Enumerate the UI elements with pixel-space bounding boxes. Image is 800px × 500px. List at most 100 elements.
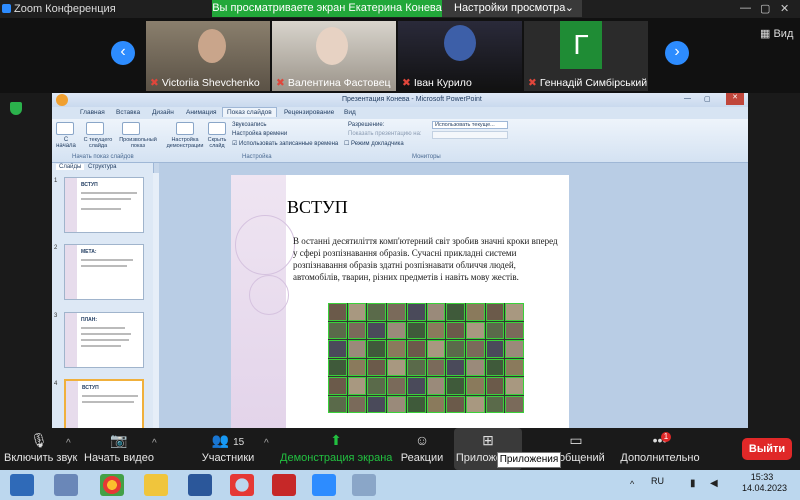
- language-indicator[interactable]: RU: [651, 476, 664, 486]
- folder-icon[interactable]: [144, 474, 168, 496]
- photo-cell: [426, 377, 446, 395]
- chevron-up-icon[interactable]: ^: [264, 438, 269, 449]
- from-current-icon[interactable]: [86, 122, 104, 135]
- acrobat-icon[interactable]: [272, 474, 296, 496]
- tab-slides[interactable]: Слайды: [56, 164, 85, 170]
- rehearse-button[interactable]: Настройка времени: [232, 131, 287, 137]
- show-on-label: Показать презентацию на:: [348, 131, 422, 137]
- tab-home[interactable]: Главная: [80, 109, 105, 116]
- record-button[interactable]: Звукозапись: [232, 122, 266, 128]
- photo-cell: [485, 395, 505, 413]
- app-icon[interactable]: [352, 474, 376, 496]
- use-timings-checkbox[interactable]: ☑ Использовать записанные времена: [232, 140, 338, 147]
- photo-cell: [485, 321, 505, 339]
- photo-cell: [465, 303, 485, 321]
- photo-cell: [485, 303, 505, 321]
- view-options-button[interactable]: Настройки просмотра ⌄: [442, 0, 582, 17]
- thumb-number: 3: [54, 313, 58, 319]
- photo-cell: [367, 340, 387, 358]
- hide-slide-icon[interactable]: [208, 122, 226, 135]
- presenter-view-checkbox[interactable]: ☐ Режим докладчика: [344, 140, 404, 147]
- custom-show-button[interactable]: Произвольный показ: [116, 137, 160, 149]
- use-timings-label: Использовать записанные времена: [239, 141, 339, 147]
- maximize-icon[interactable]: ▢: [760, 2, 770, 15]
- photo-cell: [387, 377, 406, 395]
- taskbar-clock[interactable]: 15:33 14.04.2023: [742, 472, 787, 494]
- slide-thumbnail[interactable]: ВСТУП: [64, 177, 144, 233]
- photo-cell: [406, 358, 426, 376]
- photo-cell: [426, 395, 446, 413]
- app-icon[interactable]: [54, 474, 78, 496]
- from-start-button[interactable]: С начала: [54, 137, 78, 149]
- start-video-button[interactable]: 📷 Начать видео: [84, 428, 154, 470]
- chevron-up-icon[interactable]: ^: [66, 438, 71, 449]
- slide-thumbnail-selected[interactable]: ВСТУП: [64, 379, 144, 428]
- resolution-select[interactable]: Использовать текуще...: [432, 121, 508, 129]
- leave-meeting-button[interactable]: Выйти: [742, 438, 792, 460]
- ppt-minimize-icon[interactable]: —: [684, 95, 691, 102]
- participant-tile[interactable]: ✖ Іван Курило: [398, 21, 522, 91]
- photo-cell: [367, 377, 387, 395]
- slide-thumbnail[interactable]: ПЛАН:: [64, 312, 144, 368]
- gallery-next-button[interactable]: ›: [665, 41, 689, 65]
- show-on-select[interactable]: [432, 131, 508, 139]
- tab-insert[interactable]: Вставка: [116, 109, 140, 116]
- close-icon[interactable]: ✕: [780, 2, 789, 15]
- gallery-prev-button[interactable]: ‹: [111, 41, 135, 65]
- from-start-icon[interactable]: [56, 122, 74, 135]
- photo-cell: [465, 358, 485, 376]
- slide-body-text: В останні десятиліття комп'ютерний світ …: [293, 236, 558, 282]
- photo-cell: [367, 395, 387, 413]
- participant-tile[interactable]: ✖ Валентина Фастовец: [272, 21, 396, 91]
- custom-show-icon[interactable]: [122, 122, 140, 135]
- setup-show-icon[interactable]: [176, 122, 194, 135]
- opera-icon[interactable]: [230, 474, 254, 496]
- photo-cell: [347, 340, 367, 358]
- ppt-close-icon[interactable]: ✕: [726, 93, 744, 105]
- share-screen-button[interactable]: ⬆ Демонстрация экрана: [280, 428, 392, 470]
- participants-button[interactable]: 👥 15 Участники: [200, 428, 256, 470]
- participants-icon: 👥: [211, 432, 230, 448]
- participant-tile[interactable]: Г ✖ Геннадій Симбірський: [524, 21, 648, 91]
- chrome-icon[interactable]: [100, 474, 124, 496]
- office-button-icon[interactable]: [56, 94, 68, 106]
- unmute-button[interactable]: 🎙 Включить звук: [4, 428, 77, 470]
- security-shield-icon[interactable]: [10, 102, 22, 115]
- word-icon[interactable]: [188, 474, 212, 496]
- setup-show-button[interactable]: Настройка демонстрации: [162, 137, 208, 149]
- chevron-down-icon: ⌄: [564, 2, 574, 14]
- participant-tile[interactable]: ✖ Victoriia Shevchenko: [146, 21, 270, 91]
- chevron-up-icon[interactable]: ^: [152, 438, 157, 449]
- photo-cell: [505, 395, 524, 413]
- windows-taskbar: ^ ▮ ◀: [0, 470, 800, 500]
- from-current-button[interactable]: С текущего слайда: [80, 137, 116, 149]
- tab-view[interactable]: Вид: [344, 109, 356, 116]
- photo-cell: [446, 321, 465, 339]
- start-button-icon[interactable]: [10, 474, 34, 496]
- network-icon[interactable]: ▮: [690, 478, 696, 489]
- apps-tooltip: Приложения: [497, 452, 561, 468]
- tab-animation[interactable]: Анимация: [186, 109, 217, 116]
- tab-design[interactable]: Дизайн: [152, 109, 174, 116]
- photo-cell: [347, 395, 367, 413]
- more-button[interactable]: ••• Дополнительно: [620, 428, 700, 470]
- gallery-view-button[interactable]: ▦ Вид: [760, 27, 793, 40]
- mic-muted-icon: 🎙: [30, 432, 48, 448]
- reactions-button[interactable]: ☺ Реакции: [398, 428, 446, 470]
- slide-title: ВСТУП: [287, 197, 348, 217]
- ppt-maximize-icon[interactable]: ▢: [704, 95, 711, 103]
- hide-slide-button[interactable]: Скрыть слайд: [204, 137, 230, 149]
- zoom-app-icon[interactable]: [312, 474, 336, 496]
- photo-cell: [505, 358, 524, 376]
- photo-cell: [406, 377, 426, 395]
- apps-icon: ⊞: [482, 432, 494, 448]
- tab-slideshow[interactable]: Показ слайдов: [222, 107, 277, 117]
- current-slide[interactable]: ВСТУП В останні десятиліття комп'ютерний…: [231, 175, 569, 428]
- minimize-icon[interactable]: —: [740, 2, 751, 14]
- thumb-number: 1: [54, 178, 58, 184]
- tab-outline[interactable]: Структура: [88, 164, 116, 170]
- volume-icon[interactable]: ◀: [710, 478, 718, 489]
- slide-thumbnail[interactable]: МЕТА:: [64, 244, 144, 300]
- tab-review[interactable]: Рецензирование: [284, 109, 334, 116]
- tray-chevron-icon[interactable]: ^: [630, 479, 634, 489]
